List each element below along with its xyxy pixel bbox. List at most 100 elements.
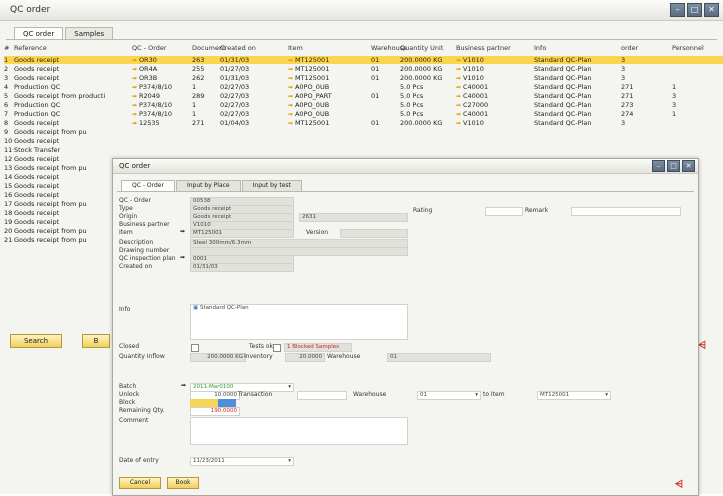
block-field[interactable]: [190, 399, 218, 407]
secondary-button[interactable]: B: [82, 334, 110, 348]
item-field[interactable]: MT125001: [190, 229, 294, 238]
cell-text: Standard QC-Plan: [534, 56, 592, 64]
transaction-field[interactable]: [297, 391, 347, 400]
close-icon[interactable]: ✕: [704, 3, 719, 17]
secondary-button-label: B: [93, 337, 99, 345]
rating-field[interactable]: [485, 207, 523, 216]
table-row[interactable]: 6 Production QC ➡ P374/8/10 1 02/27/03 ➡ A0PO…: [4, 101, 723, 109]
cell-text: Goods receipt: [14, 119, 60, 127]
tests-ok-checkbox[interactable]: [273, 344, 281, 352]
date-of-entry-dropdown[interactable]: 11/23/2011 ▾: [190, 457, 294, 466]
link-arrow-icon[interactable]: ➡: [456, 66, 463, 73]
column-header[interactable]: Business partner: [456, 44, 511, 53]
column-header[interactable]: Info: [534, 44, 546, 53]
book-button-label: Book: [175, 479, 191, 486]
column-header[interactable]: Created on: [220, 44, 256, 53]
qc-plan-link-arrow-icon[interactable]: ➡: [180, 254, 185, 262]
minimize-icon[interactable]: –: [670, 3, 685, 17]
to-item-dropdown[interactable]: MT125001 ▾: [537, 391, 611, 400]
remark-field[interactable]: [571, 207, 681, 216]
dialog-tab-input-by-place[interactable]: Input by Place: [175, 180, 241, 191]
link-arrow-icon[interactable]: ➡: [132, 57, 139, 64]
table-row[interactable]: 3 Goods receipt ➡ OR3B 262 01/31/03 ➡ MT12500…: [4, 74, 723, 82]
remaining-qty-field[interactable]: 190.0000: [190, 407, 240, 416]
dialog-close-icon[interactable]: ✕: [682, 160, 695, 172]
label-remaining-qty: Remaining Qty.: [119, 407, 165, 414]
quantity-inflow-field[interactable]: 200.0000 KG: [190, 353, 246, 362]
dialog-minimize-icon[interactable]: –: [652, 160, 665, 172]
link-arrow-icon[interactable]: ➡: [132, 120, 139, 127]
block-field-highlight[interactable]: [218, 399, 236, 407]
link-arrow-icon[interactable]: ➡: [456, 111, 463, 118]
link-arrow-icon[interactable]: ➡: [288, 102, 295, 109]
link-arrow-icon[interactable]: ➡: [456, 84, 463, 91]
column-header[interactable]: Item: [288, 44, 303, 53]
dialog-maximize-icon[interactable]: □: [667, 160, 680, 172]
link-arrow-icon[interactable]: ➡: [132, 102, 139, 109]
link-arrow-icon[interactable]: ➡: [288, 84, 295, 91]
link-arrow-icon[interactable]: ➡: [132, 93, 139, 100]
column-header[interactable]: order: [621, 44, 638, 53]
search-button[interactable]: Search: [10, 334, 62, 348]
table-row[interactable]: 8 Goods receipt ➡ 12535 271 01/04/03 ➡ MT1250…: [4, 119, 723, 127]
table-cell: Production QC: [14, 101, 130, 109]
link-arrow-icon[interactable]: ➡: [456, 57, 463, 64]
table-cell: ➡ MT125001: [288, 56, 368, 65]
batch-link-arrow-icon[interactable]: ➡: [181, 382, 186, 390]
table-row[interactable]: 4 Production QC ➡ P374/8/10 1 02/27/03 ➡ A0PO…: [4, 83, 723, 91]
dialog-tab-qc-order[interactable]: QC - Order: [121, 180, 175, 191]
link-arrow-icon[interactable]: ➡: [132, 84, 139, 91]
link-arrow-icon[interactable]: ➡: [456, 93, 463, 100]
remaining-qty-value: 190.0000: [210, 408, 237, 414]
table-row[interactable]: 10 Goods receipt: [4, 137, 723, 145]
column-header[interactable]: Reference: [14, 44, 47, 53]
link-arrow-icon[interactable]: ➡: [288, 75, 295, 82]
inventory-field[interactable]: 20.0000: [285, 353, 325, 362]
link-arrow-icon[interactable]: ➡: [288, 66, 295, 73]
table-cell: ➡ MT125001: [288, 119, 368, 128]
closed-checkbox[interactable]: [191, 344, 199, 352]
book-button[interactable]: Book: [167, 477, 199, 489]
link-arrow-icon[interactable]: ➡: [288, 120, 295, 127]
link-arrow-icon[interactable]: ➡: [456, 120, 463, 127]
warehouse-field[interactable]: 01: [387, 353, 491, 362]
table-row[interactable]: 2 Goods receipt ➡ OR4A 255 01/27/03 ➡ MT12500…: [4, 65, 723, 73]
warehouse-2-dropdown[interactable]: 01 ▾: [417, 391, 481, 400]
link-arrow-icon[interactable]: ➡: [288, 111, 295, 118]
table-row[interactable]: 9 Goods receipt from pu: [4, 128, 723, 136]
link-arrow-icon[interactable]: ➡: [456, 102, 463, 109]
table-row[interactable]: 1 Goods receipt ➡ OR30 263 01/31/03 ➡ MT12500…: [4, 56, 723, 64]
link-arrow-icon[interactable]: ➡: [456, 75, 463, 82]
cell-text: 262: [192, 74, 205, 82]
column-header[interactable]: #: [4, 44, 9, 53]
table-row[interactable]: 7 Production QC ➡ P374/8/10 1 02/27/03 ➡ A0PO…: [4, 110, 723, 118]
link-arrow-icon[interactable]: ➡: [132, 111, 139, 118]
column-header[interactable]: Quantity Unit: [400, 44, 443, 53]
table-cell: 2: [4, 65, 14, 73]
origin-number-field[interactable]: 2631: [299, 213, 408, 222]
link-arrow-icon[interactable]: ➡: [288, 93, 295, 100]
cell-text: Goods receipt from producti: [14, 92, 106, 100]
cancel-button[interactable]: Cancel: [119, 477, 161, 489]
table-row[interactable]: 11 Stock Transfer: [4, 146, 723, 154]
info-icon: ▣: [193, 305, 199, 311]
column-header[interactable]: Personnel: [672, 44, 704, 53]
info-textarea[interactable]: ▣ Standard QC-Plan: [190, 304, 408, 340]
table-cell: ➡ P374/8/10: [132, 101, 190, 110]
link-arrow-icon[interactable]: ➡: [288, 57, 295, 64]
item-link-arrow-icon[interactable]: ➡: [180, 228, 185, 236]
version-field[interactable]: [340, 229, 408, 238]
cell-text: 273: [621, 101, 634, 109]
table-cell: ➡ P374/8/10: [132, 83, 190, 92]
link-arrow-icon[interactable]: ➡: [132, 66, 139, 73]
cell-text: 5: [4, 92, 9, 100]
dialog-tab-input-by-test[interactable]: Input by test: [241, 180, 302, 191]
link-arrow-icon[interactable]: ➡: [132, 75, 139, 82]
table-row[interactable]: 5 Goods receipt from producti ➡ R2049 289 02…: [4, 92, 723, 100]
comment-textarea[interactable]: [190, 417, 408, 445]
column-header[interactable]: QC - Order: [132, 44, 167, 53]
maximize-icon[interactable]: □: [687, 3, 702, 17]
blocked-samples-text: 1 Blocked Samples: [287, 344, 340, 350]
blocked-samples-field[interactable]: 1 Blocked Samples: [284, 343, 352, 352]
created-on-field[interactable]: 01/31/03: [190, 263, 294, 272]
